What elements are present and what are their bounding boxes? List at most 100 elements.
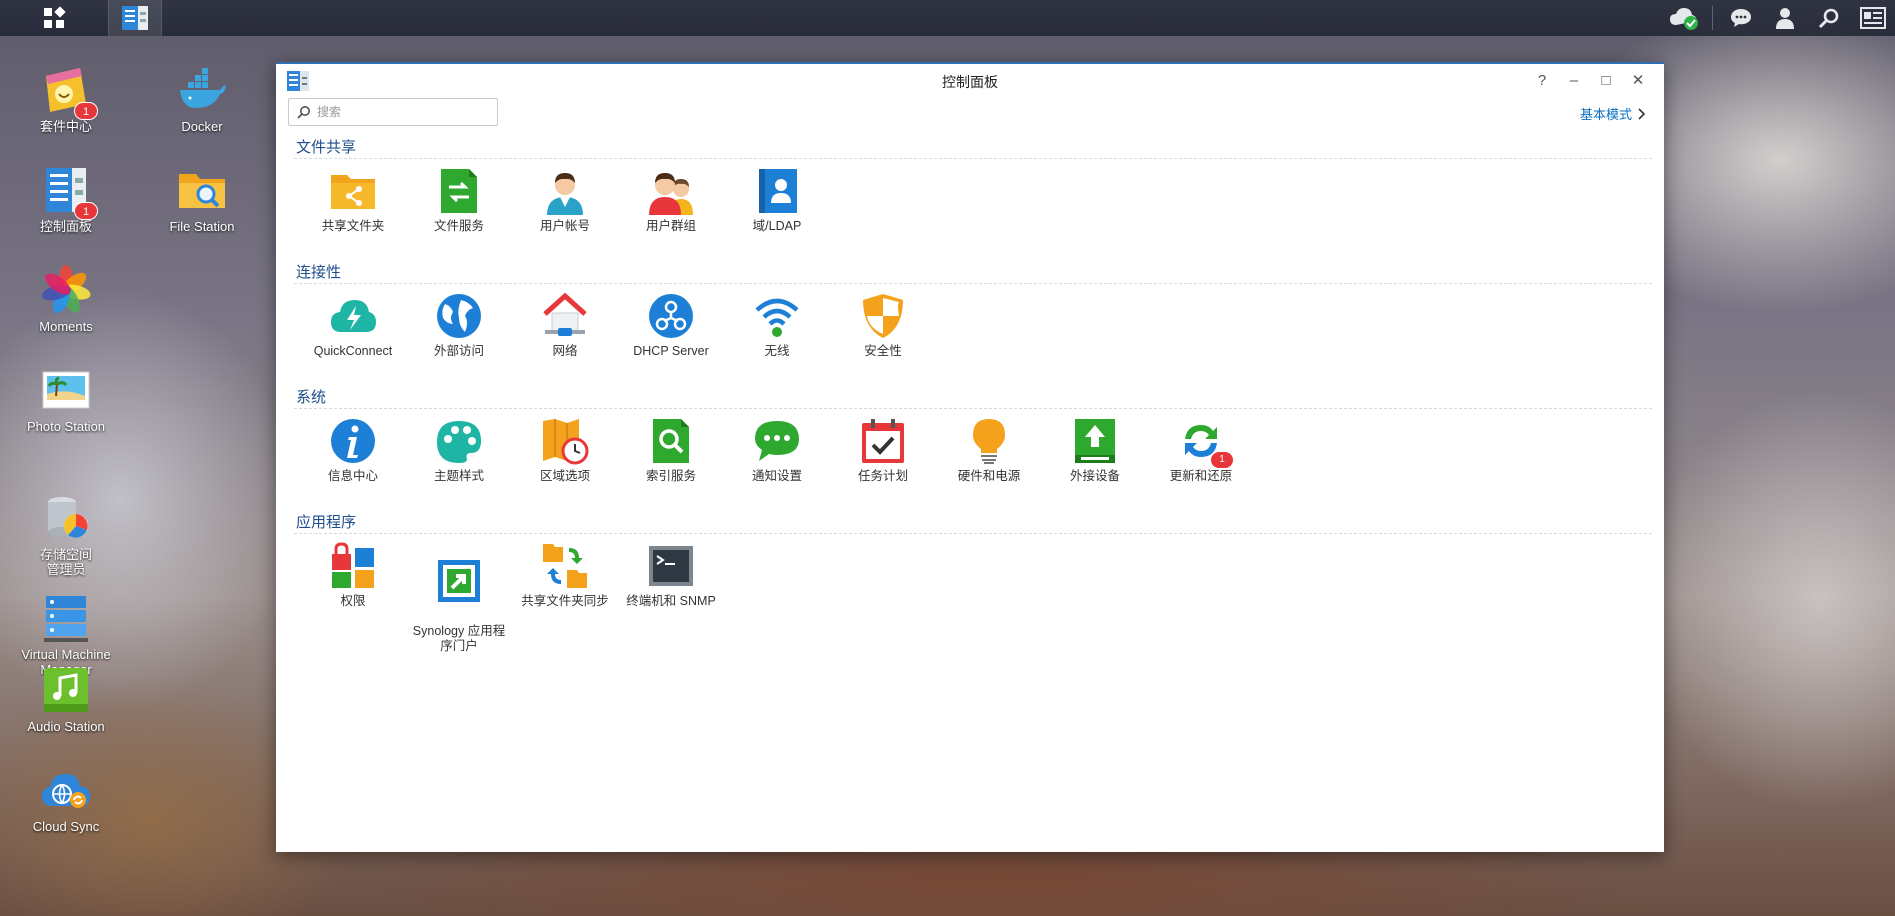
item-label: 无线: [764, 344, 790, 358]
app-portal-icon: [438, 560, 480, 602]
desktop-icon-vm-manager[interactable]: Virtual Machine Manager: [16, 562, 116, 677]
search-box[interactable]: [288, 98, 498, 126]
user-group-icon: [649, 173, 693, 215]
item-theme[interactable]: 主题样式: [406, 417, 512, 505]
desktop-icon-label: 套件中心: [39, 119, 92, 134]
basic-mode-label: 基本模式: [1579, 107, 1632, 122]
desktop-icon-label: Moments: [39, 319, 93, 334]
item-label: 外接设备: [1069, 469, 1120, 483]
desktop-icon-audio-station[interactable]: Audio Station: [16, 664, 116, 734]
item-label: 更新和还原: [1169, 469, 1233, 483]
item-app-portal[interactable]: Synology 应用程 序门户: [406, 542, 512, 653]
item-shared-folder[interactable]: 共享文件夹: [300, 167, 406, 255]
item-wireless[interactable]: 无线: [724, 292, 830, 380]
item-domain-ldap[interactable]: 域/LDAP: [724, 167, 830, 255]
widgets-button[interactable]: [1851, 0, 1895, 36]
help-button[interactable]: ?: [1526, 68, 1558, 92]
grid-icon: [44, 6, 66, 28]
desktop-icon-docker[interactable]: Docker: [152, 64, 252, 134]
item-quickconnect[interactable]: QuickConnect: [300, 292, 406, 380]
package-center-badge: 1: [74, 102, 98, 120]
desktop-icon-photo-station[interactable]: Photo Station: [16, 364, 116, 434]
item-terminal-snmp[interactable]: 终端机和 SNMP: [618, 542, 724, 630]
item-user-account[interactable]: 用户帐号: [512, 167, 618, 255]
item-security[interactable]: 安全性: [830, 292, 936, 380]
info-icon: [331, 419, 375, 463]
minimize-button[interactable]: –: [1558, 68, 1590, 92]
item-hardware-power[interactable]: 硬件和电源: [936, 417, 1042, 505]
item-label: 共享文件夹同步: [521, 594, 609, 608]
chat-button[interactable]: [1719, 0, 1763, 36]
desktop-icon-package-center[interactable]: 1 套件中心: [16, 64, 116, 134]
search-input[interactable]: [317, 105, 487, 119]
window-title-bar[interactable]: 控制面板 ? – □ ✕: [276, 64, 1664, 96]
item-label: 文件服务: [433, 219, 484, 233]
desktop-icon-label: File Station: [169, 219, 235, 234]
section-title: 文件共享: [296, 139, 357, 156]
close-button[interactable]: ✕: [1622, 68, 1654, 92]
item-label: 终端机和 SNMP: [626, 594, 716, 608]
item-network[interactable]: 网络: [512, 292, 618, 380]
control-panel-window: 控制面板 ? – □ ✕ 基本模式 文件共享: [276, 62, 1664, 852]
item-regional-options[interactable]: 区域选项: [512, 417, 618, 505]
cloud-status-button[interactable]: [1662, 0, 1706, 36]
regional-clock-icon: [543, 419, 589, 465]
item-label: 外部访问: [433, 344, 484, 358]
desktop-icon-label: Audio Station: [27, 719, 105, 734]
item-shared-folder-sync[interactable]: 共享文件夹同步: [512, 542, 618, 630]
basic-mode-link[interactable]: 基本模式: [1580, 104, 1646, 123]
item-user-group[interactable]: 用户群组: [618, 167, 724, 255]
control-panel-icon: [122, 6, 148, 30]
item-label: 硬件和电源: [957, 469, 1021, 483]
search-button[interactable]: [1807, 0, 1851, 36]
item-update-restore[interactable]: 1 更新和还原: [1148, 417, 1254, 505]
external-device-icon: [1075, 419, 1115, 463]
storage-manager-icon: [48, 497, 88, 538]
desktop-icon-cloud-sync[interactable]: Cloud Sync: [16, 764, 116, 834]
item-label: 信息中心: [327, 469, 378, 483]
photo-icon: [42, 371, 90, 409]
window-controls: ? – □ ✕: [1526, 68, 1654, 92]
wifi-icon: [755, 298, 799, 337]
widgets-icon: [1860, 7, 1886, 29]
user-button[interactable]: [1763, 0, 1807, 36]
maximize-button[interactable]: □: [1590, 68, 1622, 92]
update-badge: 1: [1211, 452, 1233, 468]
item-external-access[interactable]: 外部访问: [406, 292, 512, 380]
item-indexing-service[interactable]: 索引服务: [618, 417, 724, 505]
item-task-scheduler[interactable]: 任务计划: [830, 417, 936, 505]
item-label: 用户群组: [645, 219, 696, 233]
index-search-icon: [653, 419, 689, 463]
search-icon: [1818, 8, 1839, 29]
desktop-icon-moments[interactable]: Moments: [16, 264, 116, 334]
shared-folder-icon: [331, 175, 375, 209]
taskbar-control-panel-button[interactable]: [108, 0, 162, 36]
shield-icon: [863, 294, 903, 338]
main-menu-button[interactable]: [0, 0, 108, 36]
desktop-icon-control-panel[interactable]: 1 控制面板: [16, 164, 116, 234]
moments-icon: [41, 265, 91, 314]
item-external-devices[interactable]: 外接设备: [1042, 417, 1148, 505]
dhcp-icon: [649, 294, 693, 338]
folder-search-icon: [179, 174, 225, 208]
item-label: 区域选项: [539, 469, 590, 483]
desktop-icon-label: Cloud Sync: [32, 819, 100, 834]
item-info-center[interactable]: 信息中心: [300, 417, 406, 505]
vm-manager-icon: [44, 596, 88, 642]
desktop-icon-storage-manager[interactable]: 存储空间 管理员: [16, 462, 116, 577]
item-notification[interactable]: 通知设置: [724, 417, 830, 505]
item-dhcp-server[interactable]: DHCP Server: [618, 292, 724, 380]
item-label: 共享文件夹: [321, 219, 385, 233]
control-panel-content: 文件共享 共享文件夹 文件服务 用户帐号 用户群组 域/LDAP 连接性 Qui…: [294, 134, 1652, 653]
item-label: 用户帐号: [539, 219, 590, 233]
item-label: 权限: [340, 594, 366, 608]
section-divider: [294, 408, 1652, 409]
item-label: 安全性: [864, 344, 902, 358]
item-privileges[interactable]: 权限: [300, 542, 406, 630]
bulb-icon: [973, 419, 1005, 464]
item-file-services[interactable]: 文件服务: [406, 167, 512, 255]
desktop-icon-label: Photo Station: [26, 419, 106, 434]
file-services-icon: [441, 169, 477, 213]
desktop-icon-file-station[interactable]: File Station: [152, 164, 252, 234]
user-account-icon: [547, 173, 583, 215]
